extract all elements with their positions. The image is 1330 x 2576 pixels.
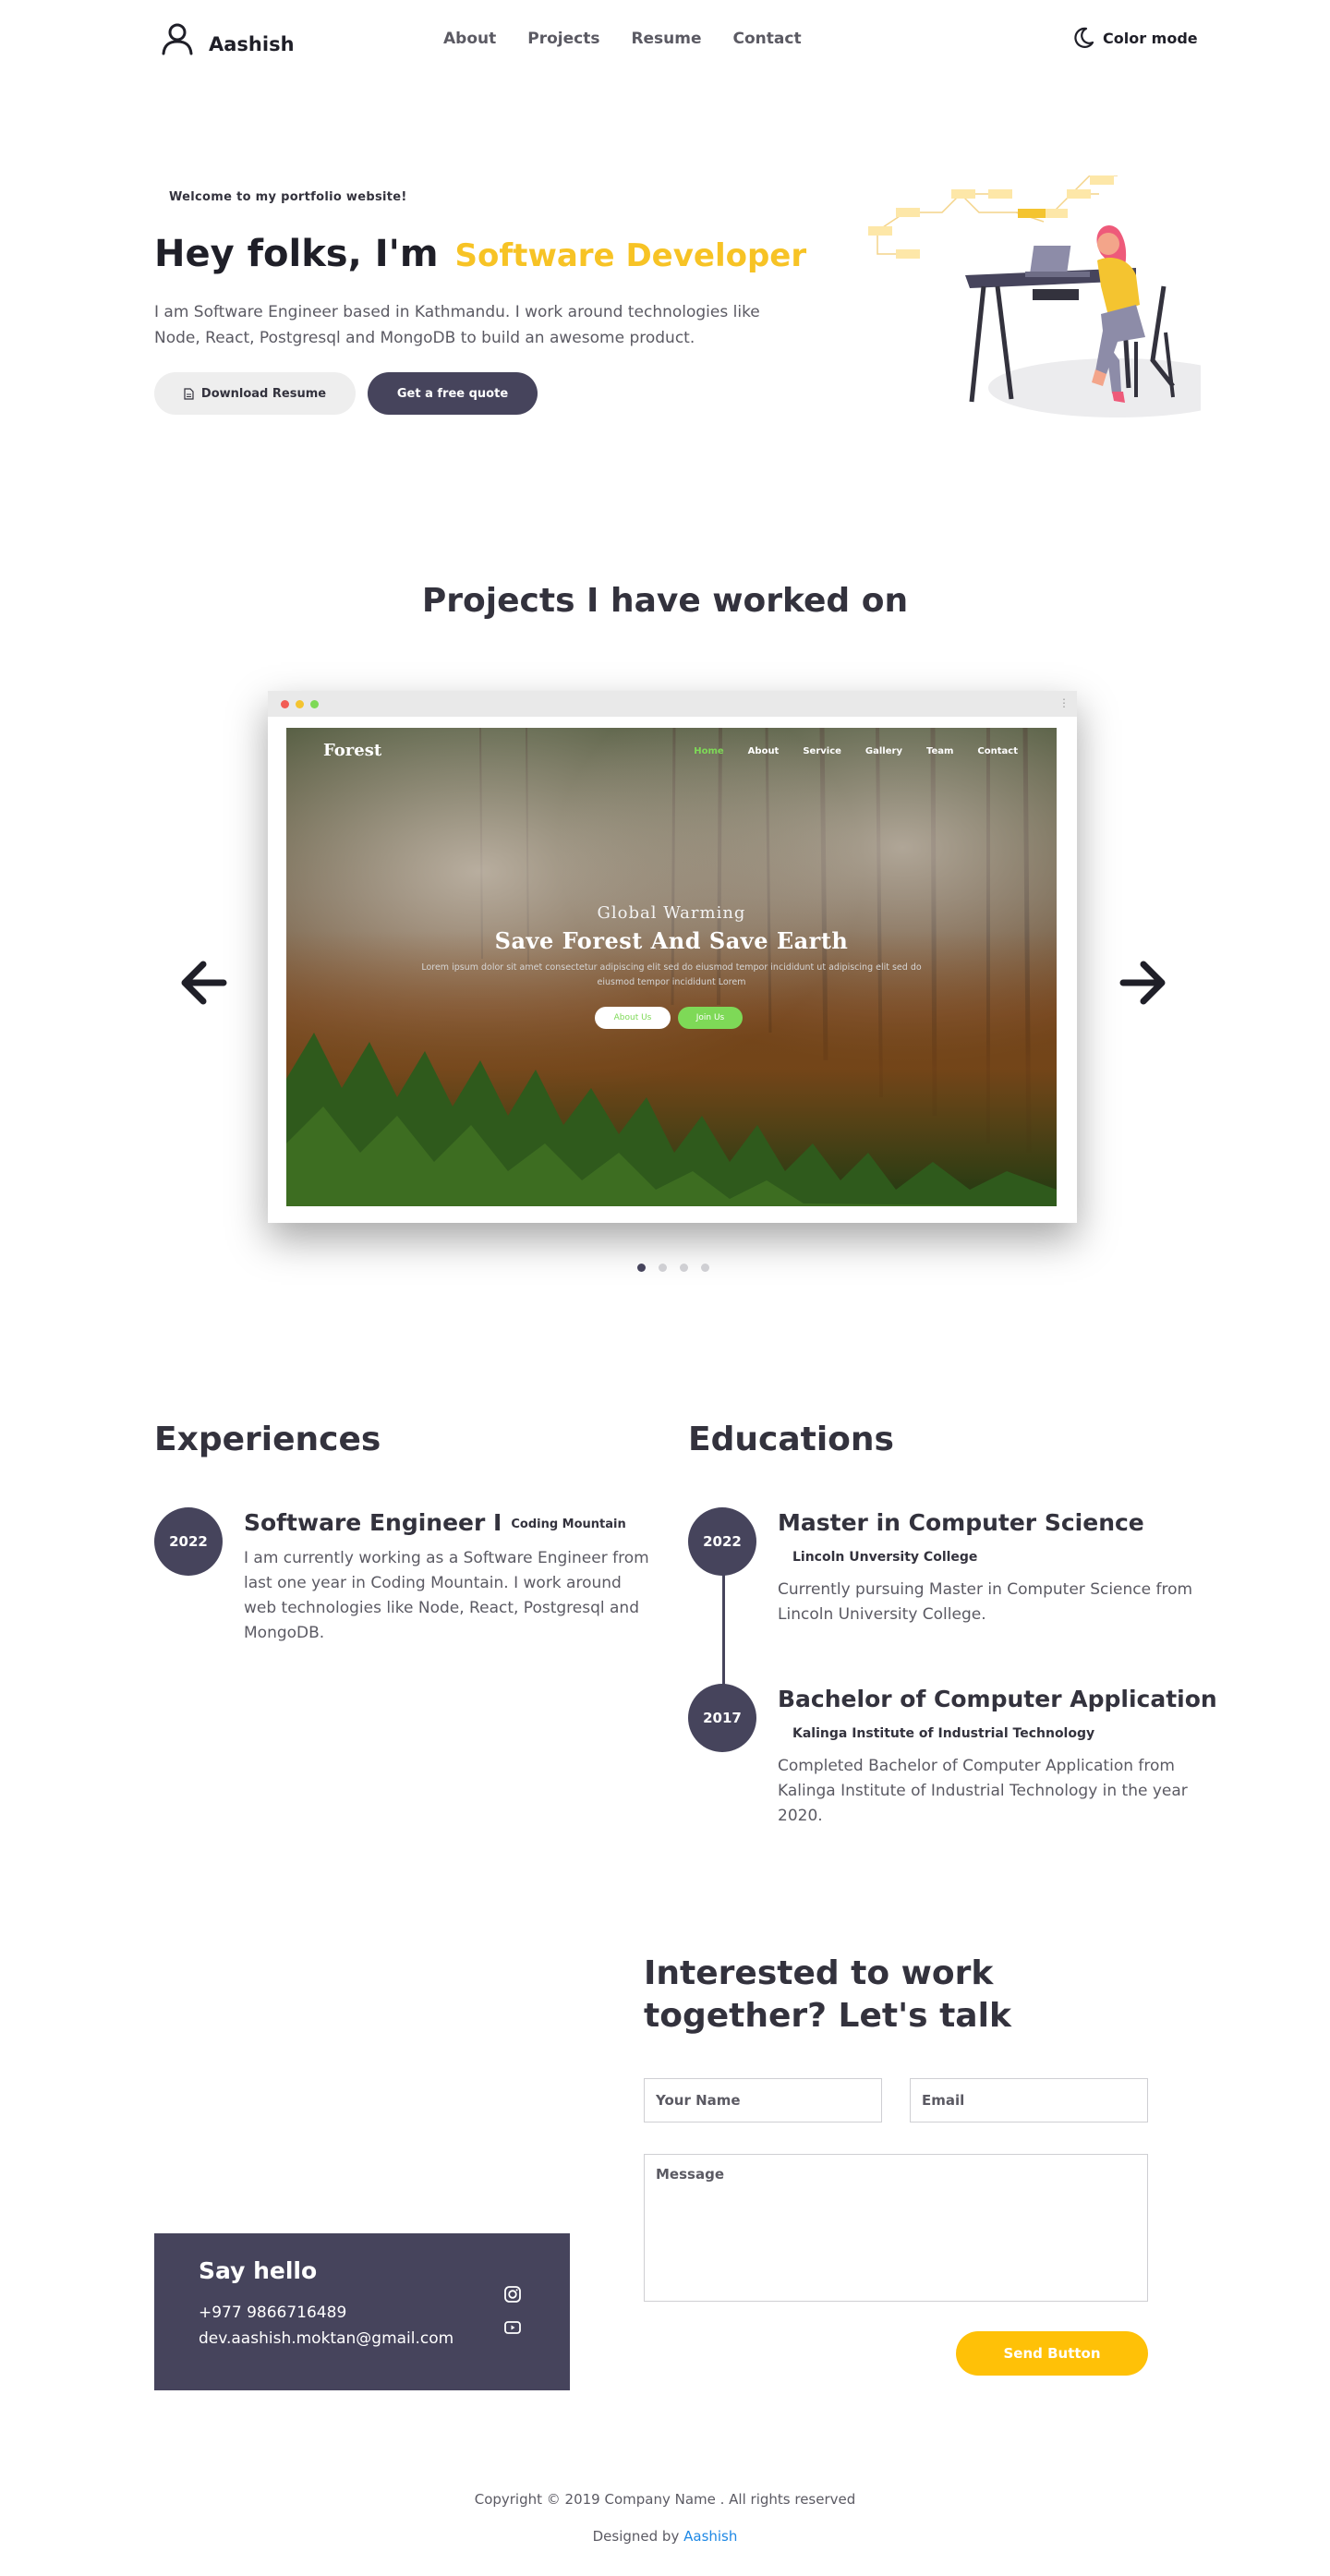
browser-minimize-dot [296,700,304,708]
hero-greeting: Hey folks, I'm [154,233,439,275]
download-resume-button[interactable]: Download Resume [154,372,356,415]
contact-title: Interested to work together? Let's talk [644,1954,1011,2035]
education-title: Bachelor of Computer Application [778,1686,1217,1712]
experience-title: Software Engineer I Coding Mountain [244,1509,626,1536]
footer-credit-link[interactable]: Aashish [683,2528,737,2545]
slide-kicker: Global Warming [597,903,746,923]
moon-icon [1074,27,1094,48]
slide-headline: Save Forest And Save Earth [494,927,849,954]
browser-menu-icon: ⋮ [1058,696,1070,709]
footer-credit: Designed by Aashish [0,2528,1330,2545]
slide-lorem: Lorem ipsum dolor sit amet consectetur a… [421,962,922,987]
brand[interactable]: Aashish [159,20,295,57]
slide-nav-gallery: Gallery [864,746,902,756]
nav-link-contact[interactable]: Contact [733,30,802,48]
nav-link-about[interactable]: About [443,30,496,48]
browser-close-dot [281,700,289,708]
education-timeline-line [722,1570,725,1685]
navbar: Aashish About Projects Resume Contact Co… [0,0,1330,79]
youtube-icon[interactable] [503,2318,522,2337]
project-screenshot: Forest Home About Service Gallery Team C… [286,728,1057,1206]
color-mode-label: Color mode [1103,29,1198,47]
educations-title: Educations [688,1421,894,1458]
send-button[interactable]: Send Button [956,2331,1148,2376]
slide-site-nav: Home About Service Gallery Team Contact [694,746,1018,756]
nav-links: About Projects Resume Contact [443,30,833,48]
slide-nav-team: Team [925,746,954,756]
carousel-indicator[interactable] [637,1264,646,1272]
nav-link-resume[interactable]: Resume [631,30,701,48]
email-field[interactable] [910,2078,1148,2122]
message-field[interactable] [644,2154,1148,2302]
education-year-badge: 2017 [688,1684,756,1752]
carousel-indicators [637,1264,709,1272]
color-mode-toggle[interactable]: Color mode [1071,26,1198,50]
contact-phone: +977 9866716489 [199,2304,347,2322]
education-year-badge: 2022 [688,1507,756,1576]
slide-nav-service: Service [803,746,841,756]
developer-illustration [868,175,1201,417]
get-quote-button[interactable]: Get a free quote [368,372,538,415]
name-field[interactable] [644,2078,882,2122]
nav-link-projects[interactable]: Projects [527,30,599,48]
user-icon [162,23,193,55]
hero-title: Hey folks, I'm Software Developer [154,233,806,275]
education-org: Kalinga Institute of Industrial Technolo… [792,1726,1095,1741]
projects-title: Projects I have worked on [421,582,909,620]
document-icon [184,387,194,400]
contact-email: dev.aashish.moktan@gmail.com [199,2329,454,2348]
slide-join-button: Join Us [678,1007,743,1029]
say-hello-title: Say hello [199,2257,318,2284]
carousel-indicator[interactable] [659,1264,667,1272]
project-slide[interactable]: ⋮ Forest Home About Service Gallery Team… [268,691,1077,1223]
download-resume-label: Download Resume [200,386,327,401]
education-description: Currently pursuing Master in Computer Sc… [778,1580,1193,1624]
experience-org: Coding Mountain [511,1517,626,1531]
hero-role: Software Developer [454,237,807,274]
education-title: Master in Computer Science [778,1509,1144,1536]
slide-site-logo: Forest [323,741,382,760]
say-hello-card: Say hello +977 9866716489 dev.aashish.mo… [154,2233,570,2390]
carousel-next-arrow-icon[interactable] [1116,955,1171,1010]
carousel-indicator[interactable] [701,1264,709,1272]
education-org: Lincoln Unversity College [792,1550,978,1565]
brand-name: Aashish [209,33,295,55]
hero-description: I am Software Engineer based in Kathmand… [154,303,760,347]
instagram-icon[interactable] [503,2285,522,2304]
education-description: Completed Bachelor of Computer Applicati… [778,1757,1188,1825]
slide-nav-about: About [747,746,780,756]
slide-nav-home: Home [694,746,724,756]
experience-year-badge: 2022 [154,1507,223,1576]
slide-nav-contact: Contact [977,746,1018,756]
experiences-title: Experiences [154,1421,381,1458]
slide-about-button: About Us [595,1007,671,1029]
browser-bar: ⋮ [268,691,1077,717]
carousel-indicator[interactable] [680,1264,688,1272]
footer-copyright: Copyright © 2019 Company Name . All righ… [474,2491,856,2508]
welcome-badge: Welcome to my portfolio website! [169,190,407,204]
experience-role: Software Engineer I [244,1509,502,1536]
carousel-prev-arrow-icon[interactable] [175,955,231,1010]
browser-maximize-dot [310,700,319,708]
footer-credit-prefix: Designed by [592,2528,680,2545]
experience-description: I am currently working as a Software Eng… [244,1549,649,1642]
